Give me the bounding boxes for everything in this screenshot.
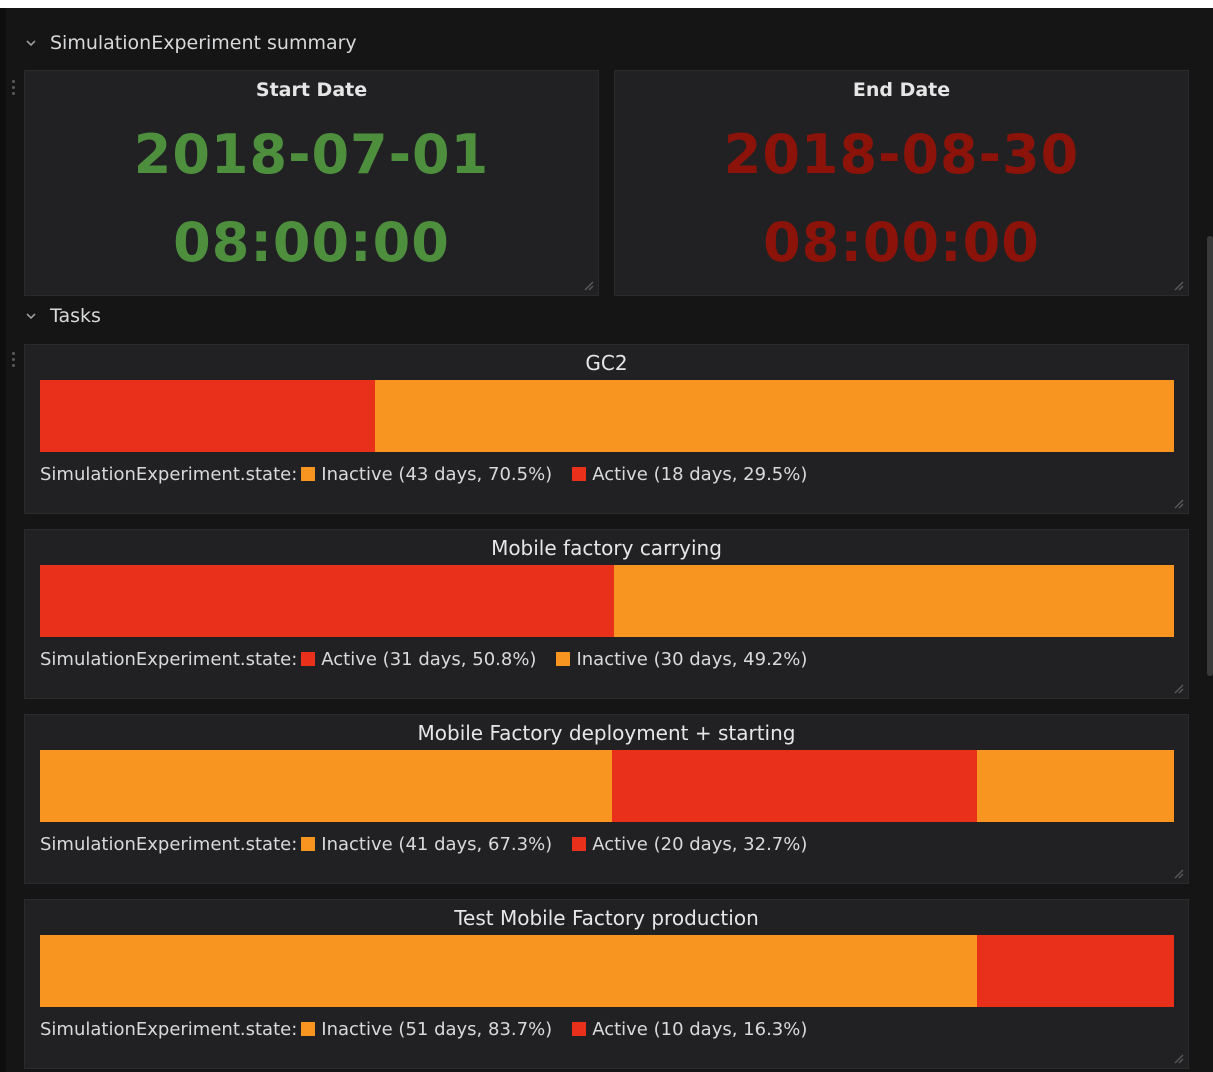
legend-item-active[interactable]: Active (20 days, 32.7%) — [572, 834, 807, 855]
legend-item-inactive[interactable]: Inactive (41 days, 67.3%) — [301, 834, 552, 855]
task-panel: GC2 SimulationExperiment.state: Inactive (… — [24, 344, 1189, 514]
legend-item-active[interactable]: Active (10 days, 16.3%) — [572, 1019, 807, 1040]
chevron-down-icon — [26, 40, 36, 47]
legend-label: Active (31 days, 50.8%) — [321, 648, 537, 670]
legend-label: Active (10 days, 16.3%) — [592, 1018, 808, 1040]
legend-item-inactive[interactable]: Inactive (43 days, 70.5%) — [301, 464, 552, 485]
legend-item-inactive[interactable]: Inactive (30 days, 49.2%) — [556, 649, 807, 670]
end-date-title: End Date — [852, 79, 951, 101]
state-segment-active[interactable] — [40, 380, 375, 452]
legend-prefix: SimulationExperiment.state: — [40, 833, 298, 855]
state-segment-inactive[interactable] — [374, 380, 1174, 452]
task-title: Mobile factory carrying — [491, 536, 722, 560]
task-panel: Mobile factory carrying SimulationExperim… — [24, 529, 1189, 699]
state-bar[interactable] — [40, 380, 1174, 452]
state-segment-inactive[interactable] — [976, 750, 1174, 822]
start-date-panel: Start Date 2018-07-01 08:00:00 — [24, 70, 599, 296]
row-summary-title: SimulationExperiment summary — [50, 32, 357, 54]
chevron-down-icon — [26, 313, 36, 320]
legend-item-active[interactable]: Active (31 days, 50.8%) — [301, 649, 536, 670]
end-date-value: 2018-08-30 — [723, 123, 1080, 186]
legend-label: Inactive (43 days, 70.5%) — [321, 463, 553, 485]
legend-prefix: SimulationExperiment.state: — [40, 648, 298, 670]
legend-swatch — [301, 652, 316, 666]
start-date-title: Start Date — [255, 79, 368, 101]
task-panel: Mobile Factory deployment + starting Simu… — [24, 714, 1189, 884]
top-edge — [0, 0, 1213, 8]
state-segment-active[interactable] — [40, 565, 614, 637]
end-date-panel: End Date 2018-08-30 08:00:00 — [614, 70, 1189, 296]
legend-label: Active (20 days, 32.7%) — [592, 833, 808, 855]
resize-handle-icon[interactable] — [1172, 1052, 1184, 1064]
task-title: GC2 — [585, 351, 628, 375]
task-panel: Test Mobile Factory production Simulation… — [24, 899, 1189, 1069]
task-legend: SimulationExperiment.state: Inactive (51 … — [40, 1016, 827, 1042]
drag-handle-icon[interactable] — [12, 352, 16, 374]
legend-swatch — [301, 467, 316, 481]
state-bar[interactable] — [40, 935, 1174, 1007]
legend-label: Inactive (41 days, 67.3%) — [321, 833, 553, 855]
resize-handle-icon[interactable] — [1172, 497, 1184, 509]
legend-swatch — [572, 467, 587, 481]
task-title: Test Mobile Factory production — [454, 906, 759, 930]
row-tasks-header[interactable]: Tasks — [24, 303, 101, 329]
task-legend: SimulationExperiment.state: Active (31 da… — [40, 646, 827, 672]
left-edge — [0, 8, 6, 1072]
legend-label: Active (18 days, 29.5%) — [592, 463, 808, 485]
end-time-value: 08:00:00 — [763, 211, 1040, 274]
row-tasks-title: Tasks — [50, 305, 101, 327]
resize-handle-icon[interactable] — [1172, 867, 1184, 879]
task-legend: SimulationExperiment.state: Inactive (41 … — [40, 831, 827, 857]
start-date-value: 2018-07-01 — [133, 123, 490, 186]
task-title: Mobile Factory deployment + starting — [417, 721, 796, 745]
task-legend: SimulationExperiment.state: Inactive (43 … — [40, 461, 827, 487]
state-segment-inactive[interactable] — [40, 750, 612, 822]
legend-swatch — [301, 837, 316, 851]
legend-prefix: SimulationExperiment.state: — [40, 463, 298, 485]
dashboard-page: SimulationExperiment summary Start Date … — [0, 0, 1213, 1072]
drag-handle-icon[interactable] — [12, 80, 16, 102]
state-bar[interactable] — [40, 750, 1174, 822]
legend-swatch — [572, 1022, 587, 1036]
legend-label: Inactive (51 days, 83.7%) — [321, 1018, 553, 1040]
legend-item-inactive[interactable]: Inactive (51 days, 83.7%) — [301, 1019, 552, 1040]
legend-item-active[interactable]: Active (18 days, 29.5%) — [572, 464, 807, 485]
legend-swatch — [556, 652, 571, 666]
legend-label: Inactive (30 days, 49.2%) — [576, 648, 808, 670]
legend-swatch — [301, 1022, 316, 1036]
start-time-value: 08:00:00 — [173, 211, 450, 274]
state-segment-inactive[interactable] — [40, 935, 977, 1007]
legend-swatch — [572, 837, 587, 851]
state-segment-inactive[interactable] — [613, 565, 1174, 637]
resize-handle-icon[interactable] — [1172, 279, 1184, 291]
legend-prefix: SimulationExperiment.state: — [40, 1018, 298, 1040]
state-segment-active[interactable] — [611, 750, 977, 822]
resize-handle-icon[interactable] — [582, 279, 594, 291]
resize-handle-icon[interactable] — [1172, 682, 1184, 694]
scrollbar[interactable] — [1207, 236, 1213, 676]
state-bar[interactable] — [40, 565, 1174, 637]
row-summary-header[interactable]: SimulationExperiment summary — [24, 30, 357, 56]
state-segment-active[interactable] — [976, 935, 1174, 1007]
